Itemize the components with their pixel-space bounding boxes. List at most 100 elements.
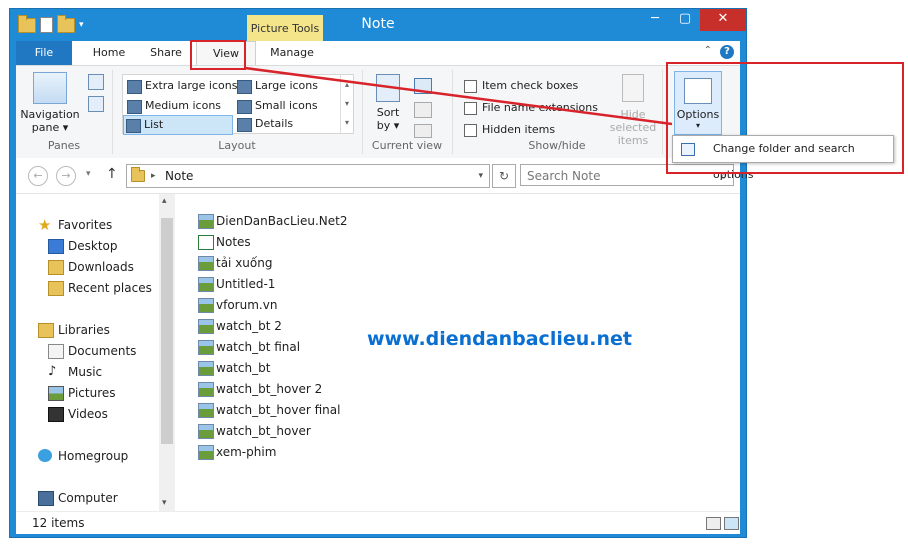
file-name-extensions-toggle[interactable]: File name extensions	[462, 100, 598, 116]
address-folder-icon	[131, 167, 145, 182]
refresh-button[interactable]: ↻	[492, 164, 516, 188]
layout-details-label: Details	[255, 117, 294, 130]
layout-extra-large-icons-label: Extra large icons	[145, 79, 238, 92]
maximize-button[interactable]: ▢	[670, 9, 700, 31]
libraries-icon	[38, 323, 54, 338]
tab-file[interactable]: File	[16, 41, 72, 65]
details-pane-icon[interactable]	[88, 96, 104, 112]
forward-button[interactable]: →	[56, 166, 76, 186]
breadcrumb-note[interactable]: Note	[165, 165, 193, 187]
videos-icon	[48, 407, 64, 422]
hidden-items-checkbox[interactable]	[464, 124, 477, 137]
help-icon[interactable]: ?	[720, 45, 734, 59]
small-icons-icon	[237, 100, 252, 114]
breadcrumb-chevron-icon[interactable]: ▸	[151, 165, 156, 187]
nav-scrollbar[interactable]: ▴ ▾	[159, 194, 175, 512]
scroll-up-icon[interactable]: ▴	[162, 196, 167, 206]
navigation-pane-button[interactable]: Navigation pane ▾	[20, 72, 80, 134]
layout-group-label: Layout	[218, 139, 256, 152]
ribbon-collapse-icon[interactable]: ⌃	[704, 45, 712, 56]
file-name: DienDanBacLieu.Net2	[216, 214, 348, 228]
sort-icon	[376, 74, 400, 102]
scrollbar-thumb[interactable]	[161, 218, 173, 444]
layout-medium-icons-label: Medium icons	[145, 99, 222, 112]
image-file-icon	[198, 256, 214, 271]
layout-scroll-icon[interactable]: ▴ ▾ ▾	[340, 75, 353, 133]
file-name: watch_bt final	[216, 340, 301, 354]
file-name: watch_bt 2	[216, 319, 282, 333]
file-name: vforum.vn	[216, 298, 278, 312]
sort-by-label: Sort	[376, 106, 400, 119]
nav-libraries-label: Libraries	[58, 323, 110, 337]
layout-large-icons-label: Large icons	[255, 79, 318, 92]
star-icon: ★	[38, 216, 52, 234]
file-name: Notes	[216, 235, 251, 249]
file-name: watch_bt	[216, 361, 271, 375]
file-name: xem-phim	[216, 445, 277, 459]
image-file-icon	[198, 445, 214, 460]
file-name-extensions-label: File name extensions	[482, 101, 598, 114]
layout-details[interactable]: Details	[235, 115, 355, 133]
medium-icons-icon	[127, 100, 142, 114]
close-button[interactable]: ✕	[700, 9, 746, 31]
desktop-icon	[48, 239, 64, 254]
image-file-icon	[198, 277, 214, 292]
sort-by-label-2: by	[376, 119, 391, 132]
title-bar: ▾ Picture Tools Note ─ ▢ ✕	[10, 9, 746, 41]
file-name: watch_bt_hover 2	[216, 382, 323, 396]
address-dropdown-icon[interactable]: ▾	[478, 165, 483, 187]
image-file-icon	[198, 382, 214, 397]
back-button[interactable]: ←	[28, 166, 48, 186]
navigation-pane-label-2: pane	[31, 121, 60, 134]
layout-large-icons[interactable]: Large icons	[235, 77, 355, 95]
excel-file-icon	[198, 235, 214, 250]
navigation-pane: ★ Favorites Desktop Downloads Recent plac…	[16, 194, 175, 512]
hidden-items-toggle[interactable]: Hidden items	[462, 122, 555, 138]
size-columns-icon[interactable]	[414, 124, 432, 138]
layout-list-label: List	[144, 118, 164, 131]
panes-group: Navigation pane ▾ Panes	[16, 70, 113, 154]
window-title: Note	[361, 16, 395, 32]
image-file-icon	[198, 214, 214, 229]
current-view-group: Sort by ▾ Current view	[362, 70, 453, 154]
extra-large-icons-icon	[127, 80, 142, 94]
watermark-text: www.diendanbaclieu.net	[367, 328, 632, 350]
minimize-button[interactable]: ─	[640, 9, 670, 31]
image-file-icon	[198, 424, 214, 439]
layout-small-icons[interactable]: Small icons	[235, 97, 355, 115]
annotation-view-tab-box	[190, 40, 246, 70]
nav-documents-label: Documents	[68, 344, 137, 358]
details-view-icon[interactable]	[706, 517, 721, 530]
item-check-boxes-label: Item check boxes	[482, 79, 579, 92]
layout-medium-icons[interactable]: Medium icons	[125, 97, 249, 115]
layout-list[interactable]: List	[123, 115, 233, 135]
file-name: tải xuống	[216, 256, 273, 270]
tab-share[interactable]: Share	[140, 41, 192, 65]
show-hide-group-label: Show/hide	[528, 139, 586, 152]
tab-manage[interactable]: Manage	[260, 41, 324, 65]
item-check-boxes-toggle[interactable]: Item check boxes	[462, 78, 578, 94]
search-placeholder: Search Note	[527, 169, 601, 183]
item-check-boxes-checkbox[interactable]	[464, 80, 477, 93]
ribbon-tabs: File Home Share View Manage ⌃ ?	[16, 41, 740, 66]
address-input[interactable]: ▸ Note ▾	[126, 164, 490, 188]
homegroup-icon	[38, 449, 52, 462]
preview-pane-icon[interactable]	[88, 74, 104, 90]
recent-places-icon	[48, 281, 64, 296]
image-file-icon	[198, 361, 214, 376]
large-icons-view-icon[interactable]	[724, 517, 739, 530]
layout-gallery: Extra large icons Large icons Medium ico…	[122, 74, 355, 135]
file-name-extensions-checkbox[interactable]	[464, 102, 477, 115]
hide-selected-items-button[interactable]: Hide selected items	[598, 74, 668, 147]
group-by-icon[interactable]	[414, 78, 432, 94]
add-columns-icon[interactable]	[414, 102, 432, 118]
recent-locations-icon[interactable]: ▾	[86, 169, 91, 179]
hide-selected-icon	[622, 74, 644, 102]
sort-by-button[interactable]: Sort by ▾	[372, 74, 404, 132]
image-file-icon	[198, 403, 214, 418]
scroll-down-icon[interactable]: ▾	[162, 498, 167, 508]
computer-icon	[38, 491, 54, 506]
layout-extra-large-icons[interactable]: Extra large icons	[125, 77, 249, 95]
up-arrow-icon[interactable]: ↑	[106, 166, 118, 182]
tab-home[interactable]: Home	[84, 41, 134, 65]
